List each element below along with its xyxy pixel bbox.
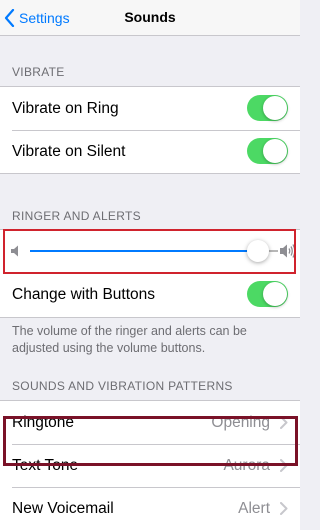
ringer-group: Change with Buttons (0, 229, 300, 318)
chevron-right-icon (280, 502, 288, 515)
slider-fill (30, 250, 259, 252)
toggle-knob (263, 96, 287, 120)
speaker-low-icon (11, 245, 18, 257)
patterns-group: Ringtone Opening Text Tone Aurora New Vo… (0, 400, 300, 530)
vibrate-group: Vibrate on Ring Vibrate on Silent (0, 86, 300, 174)
slider-thumb[interactable] (247, 240, 270, 262)
chevron-right-icon (280, 416, 288, 429)
ringer-footer-note: The volume of the ringer and alerts can … (12, 324, 247, 355)
ringtone-value: Opening (211, 414, 270, 431)
vibrate-on-silent-row: Vibrate on Silent (0, 130, 300, 173)
section-header-ringer-alerts: RINGER AND ALERTS (12, 209, 141, 223)
toggle-knob (263, 139, 287, 163)
vibrate-on-ring-toggle[interactable] (247, 95, 288, 121)
ringer-volume-row (0, 230, 300, 273)
toggle-knob (263, 282, 287, 306)
new-voicemail-value: Alert (238, 500, 270, 517)
speaker-high-icon (280, 244, 296, 258)
new-voicemail-row[interactable]: New Voicemail Alert (0, 487, 300, 530)
chevron-right-icon (280, 459, 288, 472)
section-header-vibrate: VIBRATE (12, 65, 65, 79)
change-with-buttons-row: Change with Buttons (0, 273, 300, 316)
change-with-buttons-toggle[interactable] (247, 281, 288, 307)
ringtone-row[interactable]: Ringtone Opening (0, 401, 300, 444)
page-title: Sounds (124, 9, 176, 25)
navigation-bar: Settings Sounds (0, 0, 300, 36)
vibrate-on-silent-toggle[interactable] (247, 138, 288, 164)
vibrate-on-ring-row: Vibrate on Ring (0, 87, 300, 130)
text-tone-row[interactable]: Text Tone Aurora (0, 444, 300, 487)
section-header-sounds-patterns: SOUNDS AND VIBRATION PATTERNS (12, 379, 233, 393)
ringer-volume-slider[interactable] (30, 240, 278, 262)
text-tone-value: Aurora (223, 457, 270, 474)
